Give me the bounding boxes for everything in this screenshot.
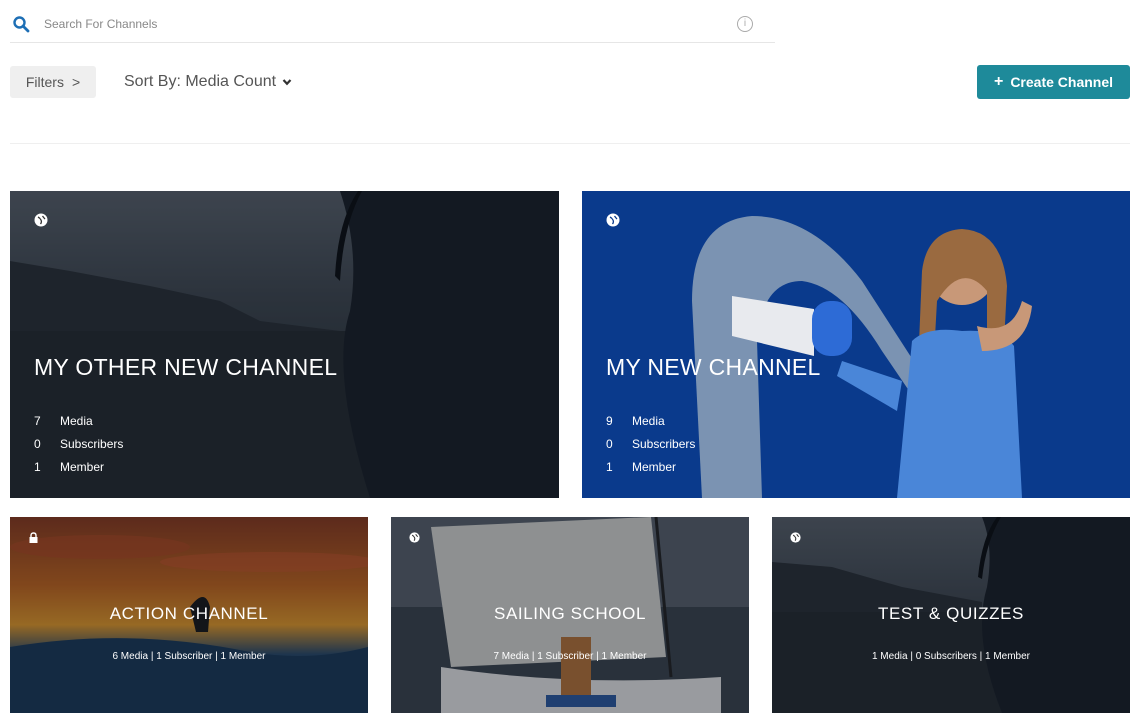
media-label: Media <box>60 414 93 428</box>
channel-title: TEST & QUIZZES <box>878 604 1024 623</box>
media-label: Media <box>632 414 665 428</box>
chevron-right-icon: > <box>71 74 81 90</box>
channel-stats: 1 Media | 0 Subscribers | 1 Member <box>871 651 1031 662</box>
info-icon[interactable]: i <box>737 16 753 32</box>
search-input[interactable] <box>42 16 726 32</box>
channel-card[interactable]: ACTION CHANNEL 6 Media | 1 Subscriber | … <box>10 517 368 713</box>
globe-icon <box>790 532 801 543</box>
channel-title: MY OTHER NEW CHANNEL <box>34 354 338 380</box>
media-count: 7 <box>34 414 41 428</box>
channel-card[interactable]: SAILING SCHOOL 7 Media | 1 Subscriber | … <box>391 517 749 713</box>
search-icon[interactable] <box>12 15 30 33</box>
sort-label: Sort By: Media Count <box>124 73 277 90</box>
globe-icon <box>409 532 420 543</box>
member-count: 1 <box>606 460 613 474</box>
channel-card[interactable]: TEST & QUIZZES 1 Media | 0 Subscribers |… <box>772 517 1130 713</box>
members-label: Member <box>632 460 677 474</box>
subscriber-count: 0 <box>606 437 613 451</box>
globe-icon <box>34 213 48 227</box>
create-channel-label: Create Channel <box>1010 74 1114 90</box>
create-channel-button[interactable]: + Create Channel <box>977 65 1130 99</box>
chevron-down-icon <box>282 79 292 86</box>
channel-title: SAILING SCHOOL <box>494 604 646 623</box>
channel-stats: 9 Media 0 Subscribers 1 Member <box>606 410 695 479</box>
divider <box>10 143 1130 144</box>
subscribers-label: Subscribers <box>60 437 124 451</box>
globe-icon <box>606 213 620 227</box>
media-count: 9 <box>606 414 613 428</box>
members-label: Member <box>60 460 105 474</box>
channel-card[interactable]: MY NEW CHANNEL 9 Media 0 Subscribers 1 Memb… <box>582 191 1130 498</box>
channel-stats: 6 Media | 1 Subscriber | 1 Member <box>112 651 266 662</box>
channel-stats: 7 Media 0 Subscribers 1 Member <box>34 410 123 479</box>
member-count: 1 <box>34 460 41 474</box>
subscriber-count: 0 <box>34 437 41 451</box>
plus-icon: + <box>993 73 1004 90</box>
channel-card[interactable]: MY OTHER NEW CHANNEL 7 Media 0 Subscribers… <box>10 191 559 498</box>
channel-stats: 7 Media | 1 Subscriber | 1 Member <box>493 651 647 662</box>
channel-title: MY NEW CHANNEL <box>606 354 821 380</box>
lock-icon <box>29 532 38 543</box>
channel-title: ACTION CHANNEL <box>109 604 269 623</box>
filters-label: Filters <box>25 74 64 90</box>
filters-button[interactable]: Filters > <box>10 66 96 98</box>
sort-dropdown[interactable]: Sort By: Media Count <box>124 66 292 98</box>
subscribers-label: Subscribers <box>632 437 696 451</box>
search-bar: i <box>10 6 775 43</box>
